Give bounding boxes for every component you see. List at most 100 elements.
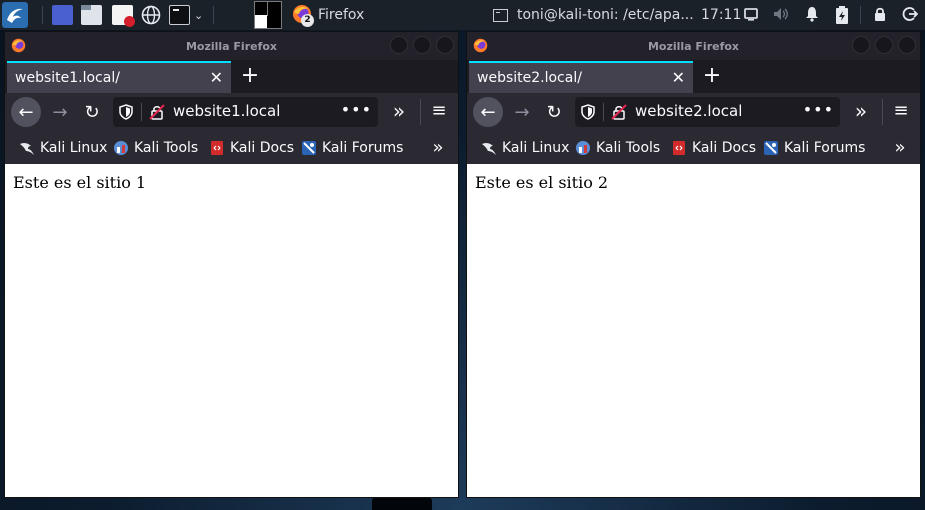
bookmark-label: Kali Tools xyxy=(596,140,661,156)
page-text: Este es el sitio 2 xyxy=(475,173,609,192)
navigation-toolbar: ← → ↻ website2.local ••• » ≡ xyxy=(467,93,920,131)
panel-separator xyxy=(42,6,43,24)
taskbar-terminal-label: toni@kali-toni: /etc/apa... xyxy=(517,7,694,23)
minimize-button[interactable] xyxy=(390,36,408,54)
tab-website2[interactable]: website2.local/ ✕ xyxy=(469,61,693,93)
url-bar[interactable]: website1.local ••• xyxy=(113,97,378,127)
display-icon[interactable] xyxy=(742,6,760,24)
toolbar-separator xyxy=(882,99,883,125)
taskbar-firefox-button[interactable]: 2 Firefox xyxy=(292,0,364,30)
url-text[interactable]: website1.local xyxy=(173,102,280,120)
battery-icon[interactable] xyxy=(833,6,851,24)
forward-button[interactable]: → xyxy=(45,97,75,127)
forward-button[interactable]: → xyxy=(507,97,537,127)
minimize-button[interactable] xyxy=(852,36,870,54)
kali-dragon-icon xyxy=(482,142,496,155)
file-manager-icon[interactable] xyxy=(81,5,102,25)
kali-docs-icon xyxy=(211,141,223,155)
window-count-badge: 2 xyxy=(301,14,314,27)
close-tab-icon[interactable]: ✕ xyxy=(210,68,223,87)
maximize-button[interactable] xyxy=(413,36,431,54)
text-editor-icon[interactable] xyxy=(112,5,135,27)
clock[interactable]: 17:11 xyxy=(701,0,741,30)
page-actions-icon[interactable]: ••• xyxy=(803,100,834,119)
window-titlebar[interactable]: Mozilla Firefox xyxy=(467,32,920,60)
window-title: Mozilla Firefox xyxy=(185,39,278,53)
logout-icon[interactable] xyxy=(901,6,919,24)
terminal-icon xyxy=(493,8,508,22)
panel-separator xyxy=(860,6,861,24)
navigation-toolbar: ← → ↻ website1.local ••• » ≡ xyxy=(5,93,458,131)
taskbar-terminal-button[interactable]: toni@kali-toni: /etc/apa... xyxy=(493,0,694,30)
toolbar-overflow-icon[interactable]: » xyxy=(385,97,413,127)
tracking-protection-shield-icon[interactable] xyxy=(579,103,597,121)
top-panel: ⌄ 2 Firefox toni@kali-toni: /etc/apa... … xyxy=(0,0,925,30)
bookmark-label: Kali Docs xyxy=(692,140,757,156)
new-tab-button[interactable]: + xyxy=(235,62,265,92)
bookmark-kali-docs[interactable]: Kali Docs xyxy=(671,137,756,159)
kali-menu-icon[interactable] xyxy=(2,0,30,30)
taskbar-firefox-label: Firefox xyxy=(318,7,365,23)
insecure-connection-icon[interactable] xyxy=(148,103,166,121)
close-tab-icon[interactable]: ✕ xyxy=(672,68,685,87)
bookmark-kali-docs[interactable]: Kali Docs xyxy=(209,137,294,159)
bookmark-label: Kali Linux xyxy=(502,140,570,156)
back-button[interactable]: ← xyxy=(473,97,503,127)
insecure-connection-icon[interactable] xyxy=(610,103,628,121)
bookmarks-overflow-icon[interactable]: » xyxy=(425,135,451,161)
window-title: Mozilla Firefox xyxy=(647,39,740,53)
maximize-button[interactable] xyxy=(875,36,893,54)
firefox-window-1: Mozilla Firefox website1.local/ ✕ + ← → … xyxy=(4,31,459,498)
launcher-dropdown-chevron-icon[interactable]: ⌄ xyxy=(194,0,208,30)
bookmark-label: Kali Forums xyxy=(784,140,866,156)
app-menu-icon[interactable]: ≡ xyxy=(886,97,916,127)
firefox-window-2: Mozilla Firefox website2.local/ ✕ + ← → … xyxy=(466,31,921,498)
lock-screen-icon[interactable] xyxy=(871,6,889,24)
tab-website1[interactable]: website1.local/ ✕ xyxy=(7,61,231,93)
kali-tools-icon xyxy=(114,141,128,155)
kali-docs-icon xyxy=(673,141,685,155)
url-bar[interactable]: website2.local ••• xyxy=(575,97,840,127)
close-window-button[interactable] xyxy=(436,36,454,54)
bookmarks-overflow-icon[interactable]: » xyxy=(887,135,913,161)
firefox-icon xyxy=(473,38,488,53)
bookmark-kali-tools[interactable]: Kali Tools xyxy=(113,137,198,159)
tracking-protection-shield-icon[interactable] xyxy=(117,103,135,121)
firefox-icon: 2 xyxy=(292,4,314,27)
bookmark-label: Kali Docs xyxy=(230,140,295,156)
new-tab-button[interactable]: + xyxy=(697,62,727,92)
notifications-bell-icon[interactable] xyxy=(803,6,821,24)
back-button[interactable]: ← xyxy=(11,97,41,127)
kali-tools-icon xyxy=(576,141,590,155)
bookmark-kali-linux[interactable]: Kali Linux xyxy=(481,137,569,159)
app-menu-icon[interactable]: ≡ xyxy=(424,97,454,127)
bookmarks-toolbar: Kali Linux Kali Tools Kali Docs Kali For… xyxy=(467,131,920,164)
bookmark-kali-linux[interactable]: Kali Linux xyxy=(19,137,107,159)
page-content: Este es el sitio 1 xyxy=(5,164,458,497)
kali-forums-icon xyxy=(302,141,316,155)
url-text[interactable]: website2.local xyxy=(635,102,742,120)
terminal-launcher-icon[interactable] xyxy=(169,5,190,25)
kali-forums-icon xyxy=(764,141,778,155)
workspace-switcher[interactable] xyxy=(254,1,282,29)
tab-strip: website2.local/ ✕ + xyxy=(467,60,920,93)
close-window-button[interactable] xyxy=(898,36,916,54)
window-titlebar[interactable]: Mozilla Firefox xyxy=(5,32,458,60)
panel-separator xyxy=(213,6,214,24)
toolbar-overflow-icon[interactable]: » xyxy=(847,97,875,127)
bookmark-kali-forums[interactable]: Kali Forums xyxy=(301,137,403,159)
page-text: Este es el sitio 1 xyxy=(13,173,147,192)
volume-icon[interactable] xyxy=(772,6,790,24)
bookmark-kali-tools[interactable]: Kali Tools xyxy=(575,137,660,159)
bookmark-kali-forums[interactable]: Kali Forums xyxy=(763,137,865,159)
url-bar-divider xyxy=(603,103,604,121)
kali-dragon-icon xyxy=(20,142,34,155)
reload-button[interactable]: ↻ xyxy=(77,97,107,127)
page-content: Este es el sitio 2 xyxy=(467,164,920,497)
show-desktop-icon[interactable] xyxy=(52,5,73,25)
page-actions-icon[interactable]: ••• xyxy=(341,100,372,119)
tab-label: website2.local/ xyxy=(477,70,582,86)
web-browser-launcher-icon[interactable] xyxy=(141,5,162,25)
reload-button[interactable]: ↻ xyxy=(539,97,569,127)
toolbar-separator xyxy=(420,99,421,125)
